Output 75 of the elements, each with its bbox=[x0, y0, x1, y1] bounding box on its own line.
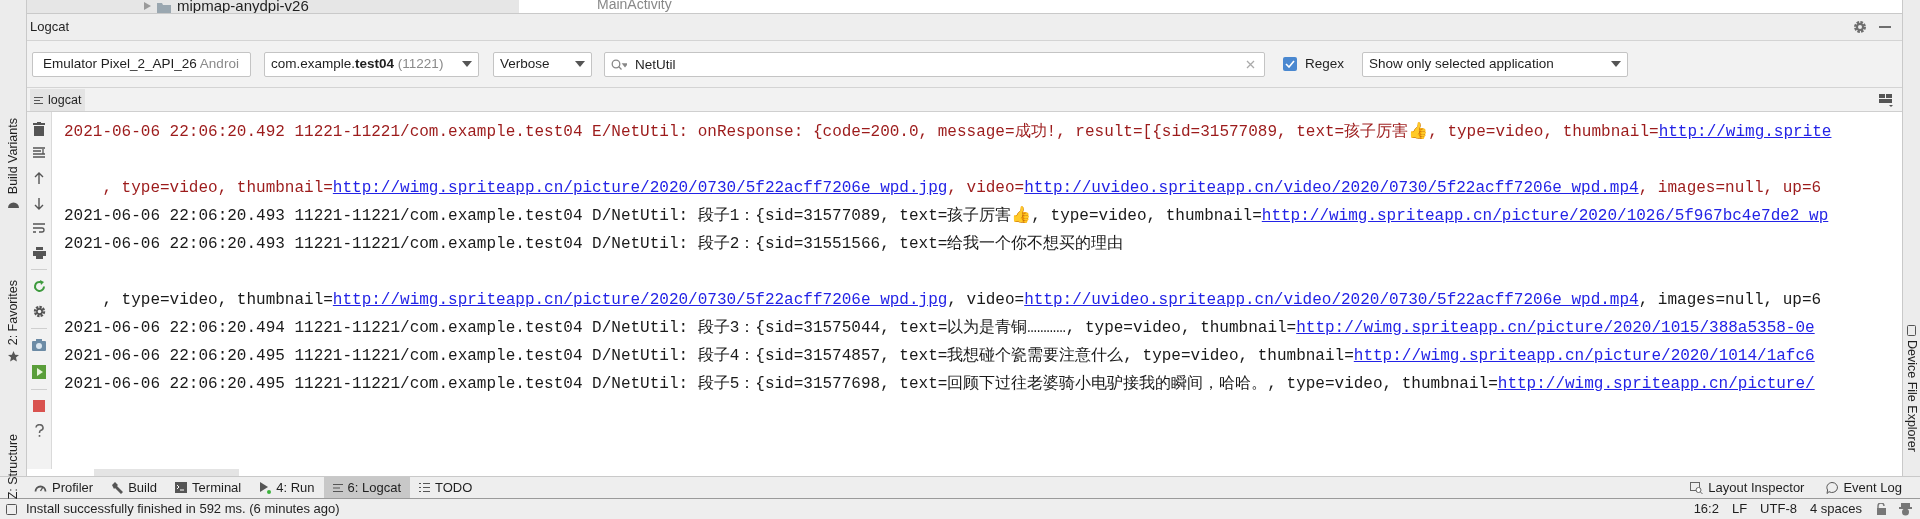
tool-window-tab[interactable]: Build Variants bbox=[3, 118, 23, 195]
log-link[interactable]: http://wimg.spriteapp.cn/picture/2020/0730/5f22acff7206e_wpd.jpg bbox=[332, 291, 948, 309]
log-line: , type=video, thumbnail=http://wimg.spriteapp.cn/picture/2020/0730/5f22acff7206e_wpd.jpg, video=http://uvideo.spriteapp.cn/video/2020/0730/5f22acff7206e_wpd.mp4, images=null, up=6 bbox=[101, 290, 1822, 311]
status-icon[interactable] bbox=[6, 503, 17, 515]
log-link[interactable]: http://uvideo.spriteapp.cn/video/2020/0730/5f22acff7206e_wpd.mp4 bbox=[1024, 179, 1639, 197]
status-item[interactable]: 16:2 bbox=[1693, 499, 1719, 519]
terminal-icon bbox=[175, 482, 188, 493]
log-line: 2021-06-06 22:06:20.495 11221-11221/com.example.test04 D/NetUtil: 段子4：{sid=31574857, text=我想碰个瓷需要注意什么, type=video, thumbnail=http://wimg.spriteapp.cn/picture/2020/1014/1afc6 bbox=[64, 345, 1815, 367]
log-link[interactable]: http://wimg.spriteapp.cn/picture/2020/0730/5f22acff7206e_wpd.jpg bbox=[332, 179, 948, 197]
status-item[interactable]: 4 spaces bbox=[1809, 499, 1862, 519]
expand-arrow-icon[interactable] bbox=[144, 2, 151, 10]
clear-icon[interactable] bbox=[1246, 59, 1255, 69]
tool-window-tab[interactable]: 2: Favorites bbox=[3, 280, 23, 346]
trash-icon[interactable] bbox=[33, 122, 45, 136]
regex-label[interactable]: Regex bbox=[1305, 53, 1345, 75]
log-link[interactable]: http://wimg.sprite bbox=[1658, 123, 1832, 141]
hammer-icon bbox=[111, 481, 124, 494]
filter-dropdown[interactable]: Show only selected application bbox=[1362, 51, 1629, 77]
search-icon bbox=[611, 58, 627, 71]
tool-window-tab[interactable]: Layout Inspector bbox=[1686, 477, 1809, 498]
list-icon bbox=[332, 483, 343, 492]
scroll-to-end-icon[interactable] bbox=[33, 146, 45, 158]
log-level-dropdown[interactable]: Verbose bbox=[493, 51, 592, 77]
tool-window-tab[interactable]: Event Log bbox=[1822, 477, 1906, 498]
panel-title: Logcat bbox=[30, 18, 70, 37]
log-line: 2021-06-06 22:06:20.492 11221-11221/com.example.test04 E/NetUtil: onResponse: {code=200.0, message=成功!, result=[{sid=31577089, text=孩子厉害👍, type=video, thumbnail=http://wimg.sprite bbox=[64, 121, 1832, 143]
tool-window-tab[interactable]: Profiler bbox=[25, 477, 103, 498]
tool-window-tab[interactable]: Terminal bbox=[166, 477, 251, 498]
print-icon[interactable] bbox=[32, 247, 46, 259]
log-link[interactable]: http://wimg.spriteapp.cn/picture/2020/1026/5f967bc4e7de2_wp bbox=[1261, 207, 1829, 225]
device-dropdown[interactable]: Emulator Pixel_2_API_26 Androi bbox=[32, 51, 251, 77]
tool-window-tab[interactable]: TODO bbox=[410, 477, 482, 498]
log-line: , type=video, thumbnail=http://wimg.spriteapp.cn/picture/2020/0730/5f22acff7206e_wpd.jpg, video=http://uvideo.spriteapp.cn/video/2020/0730/5f22acff7206e_wpd.mp4, images=null, up=6 bbox=[101, 178, 1822, 199]
up-arrow-icon[interactable] bbox=[34, 172, 44, 184]
star-icon bbox=[7, 350, 19, 362]
log-line: 2021-06-06 22:06:20.495 11221-11221/com.example.test04 D/NetUtil: 段子5：{sid=31577698, text=回顾下过往老婆骑小电驴接我的瞬间，哈哈。, type=video, thumbnail=http://wimg.spriteapp.cn/picture/ bbox=[64, 373, 1815, 395]
list-icon bbox=[419, 483, 431, 492]
screen-record-icon[interactable] bbox=[32, 365, 46, 379]
inspector-icon bbox=[1690, 481, 1704, 494]
status-item[interactable]: UTF-8 bbox=[1760, 499, 1797, 519]
log-link[interactable]: http://wimg.spriteapp.cn/picture/2020/1014/1afc6 bbox=[1353, 347, 1815, 365]
layout-icon[interactable] bbox=[1879, 93, 1893, 107]
soft-wrap-icon[interactable] bbox=[33, 222, 45, 234]
down-arrow-icon[interactable] bbox=[34, 198, 44, 210]
tool-window-tab[interactable]: 6: Logcat bbox=[323, 477, 411, 498]
log-link[interactable]: http://wimg.spriteapp.cn/picture/2020/1015/388a5358-0e bbox=[1296, 319, 1815, 337]
tool-window-tab[interactable]: Z: Structure bbox=[3, 433, 23, 499]
log-line: 2021-06-06 22:06:20.494 11221-11221/com.example.test04 D/NetUtil: 段子3：{sid=31575044, text=以为是青铜…………, type=video, thumbnail=http://wimg.spriteapp.cn/picture/2020/1015/388a5358-0e bbox=[64, 318, 1815, 339]
status-item[interactable]: LF bbox=[1731, 499, 1748, 519]
scrollbar-thumb[interactable] bbox=[94, 469, 239, 476]
caret-icon bbox=[575, 61, 585, 67]
process-dropdown[interactable]: com.example.test04 (11221) bbox=[264, 51, 479, 77]
tool-window-tab[interactable]: Build bbox=[102, 477, 167, 498]
regex-checkbox[interactable] bbox=[1283, 57, 1297, 71]
settings-icon[interactable] bbox=[1853, 20, 1867, 34]
status-message: Install successfully finished in 592 ms. (6 minutes ago) bbox=[26, 500, 340, 519]
lock-icon[interactable] bbox=[1876, 503, 1887, 515]
log-link[interactable]: http://wimg.spriteapp.cn/picture/ bbox=[1497, 375, 1815, 393]
log-line: 2021-06-06 22:06:20.493 11221-11221/com.example.test04 D/NetUtil: 段子2：{sid=31551566, text=给我一个你不想买的理由 bbox=[64, 233, 1124, 255]
log-line: 2021-06-06 22:06:20.493 11221-11221/com.example.test04 D/NetUtil: 段子1：{sid=31577089, text=孩子厉害👍, type=video, thumbnail=http://wimg.spriteapp.cn/picture/2020/1026/5f967bc4e7de2_wp bbox=[64, 205, 1829, 227]
list-icon bbox=[34, 96, 43, 104]
camera-icon[interactable] bbox=[32, 339, 46, 351]
restart-icon[interactable] bbox=[32, 280, 46, 293]
log-link[interactable]: http://uvideo.spriteapp.cn/video/2020/0730/5f22acff7206e_wpd.mp4 bbox=[1024, 291, 1639, 309]
help-icon[interactable] bbox=[34, 424, 44, 437]
caret-icon bbox=[462, 61, 472, 67]
speech-bubble-icon bbox=[1826, 481, 1839, 494]
gauge-icon bbox=[34, 483, 47, 492]
settings-icon[interactable] bbox=[32, 305, 46, 318]
view-tab[interactable]: logcat bbox=[30, 89, 86, 111]
tool-window-tab[interactable]: 4: Run bbox=[250, 477, 324, 498]
search-field[interactable]: NetUtil bbox=[604, 51, 1265, 77]
caret-icon bbox=[1611, 61, 1622, 67]
play-icon bbox=[259, 481, 272, 494]
phone-icon bbox=[1907, 325, 1916, 336]
